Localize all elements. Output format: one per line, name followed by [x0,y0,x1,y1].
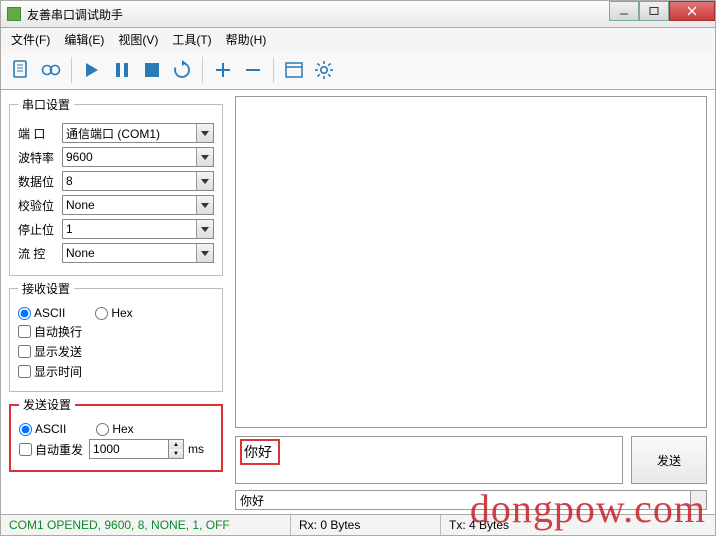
databits-label: 数据位 [18,173,62,190]
serial-legend: 串口设置 [18,96,74,113]
menu-tools[interactable]: 工具(T) [166,29,217,50]
scrollbar[interactable] [691,490,707,510]
toolbar-separator [273,57,274,83]
play-icon[interactable] [78,55,106,85]
serial-settings-group: 串口设置 端 口 通信端口 (COM1) 波特率 9600 数据位 8 校验位 … [9,96,223,276]
chevron-down-icon[interactable] [196,196,213,214]
chevron-down-icon[interactable] [196,124,213,142]
chevron-down-icon[interactable]: ▼ [169,449,183,458]
echo-output[interactable]: 你好 [235,490,691,510]
menu-help[interactable]: 帮助(H) [220,29,273,50]
interval-unit: ms [188,442,204,456]
status-tx: Tx: 4 Bytes [441,515,517,535]
recv-legend: 接收设置 [18,280,74,297]
receive-textarea[interactable] [235,96,707,428]
send-hex-radio[interactable]: Hex [96,422,133,436]
databits-combo[interactable]: 8 [62,171,214,191]
window-title: 友善串口调试助手 [27,6,123,23]
send-textarea[interactable]: 你好 [235,436,623,484]
new-icon[interactable] [7,55,35,85]
send-button[interactable]: 发送 [631,436,707,484]
send-ascii-radio[interactable]: ASCII [19,422,66,436]
interval-spinner[interactable]: ▲▼ [169,439,184,459]
send-text-highlight: 你好 [240,439,280,465]
send-settings-group: 发送设置 ASCII Hex 自动重发 ▲▼ ms [9,396,223,472]
showtime-checkbox[interactable]: 显示时间 [18,363,82,380]
autowrap-checkbox[interactable]: 自动换行 [18,323,82,340]
maximize-button[interactable] [639,1,669,21]
interval-input[interactable] [89,439,169,459]
record-icon[interactable] [37,55,65,85]
showsend-checkbox[interactable]: 显示发送 [18,343,82,360]
minus-icon[interactable] [239,55,267,85]
chevron-down-icon[interactable] [196,220,213,238]
port-combo[interactable]: 通信端口 (COM1) [62,123,214,143]
menu-bar: 文件(F) 编辑(E) 视图(V) 工具(T) 帮助(H) [0,28,716,50]
title-bar: 友善串口调试助手 [0,0,716,28]
chevron-down-icon[interactable] [196,172,213,190]
plus-icon[interactable] [209,55,237,85]
parity-label: 校验位 [18,197,62,214]
pause-icon[interactable] [108,55,136,85]
menu-file[interactable]: 文件(F) [5,29,56,50]
baud-label: 波特率 [18,149,62,166]
receive-settings-group: 接收设置 ASCII Hex 自动换行 显示发送 显示时间 [9,280,223,392]
parity-combo[interactable]: None [62,195,214,215]
chevron-up-icon[interactable]: ▲ [169,440,183,449]
recv-ascii-radio[interactable]: ASCII [18,306,65,320]
stop-icon[interactable] [138,55,166,85]
left-panel: 串口设置 端 口 通信端口 (COM1) 波特率 9600 数据位 8 校验位 … [1,90,231,514]
window-icon[interactable] [280,55,308,85]
menu-edit[interactable]: 编辑(E) [58,29,110,50]
toolbar-separator [202,57,203,83]
refresh-icon[interactable] [168,55,196,85]
app-icon [7,7,21,21]
baud-combo[interactable]: 9600 [62,147,214,167]
autorepeat-checkbox[interactable]: 自动重发 [19,441,83,458]
flow-label: 流 控 [18,245,62,262]
chevron-down-icon[interactable] [196,148,213,166]
toolbar-separator [71,57,72,83]
gear-icon[interactable] [310,55,338,85]
close-button[interactable] [669,1,715,21]
recv-hex-radio[interactable]: Hex [95,306,132,320]
status-bar: COM1 OPENED, 9600, 8, NONE, 1, OFF Rx: 0… [0,514,716,536]
stopbits-label: 停止位 [18,221,62,238]
stopbits-combo[interactable]: 1 [62,219,214,239]
send-legend: 发送设置 [19,396,75,413]
right-panel: 你好 发送 你好 [231,90,715,514]
menu-view[interactable]: 视图(V) [112,29,164,50]
chevron-down-icon[interactable] [196,244,213,262]
status-rx: Rx: 0 Bytes [291,515,441,535]
port-label: 端 口 [18,125,62,142]
flow-combo[interactable]: None [62,243,214,263]
minimize-button[interactable] [609,1,639,21]
status-connection: COM1 OPENED, 9600, 8, NONE, 1, OFF [1,515,291,535]
toolbar [0,50,716,90]
